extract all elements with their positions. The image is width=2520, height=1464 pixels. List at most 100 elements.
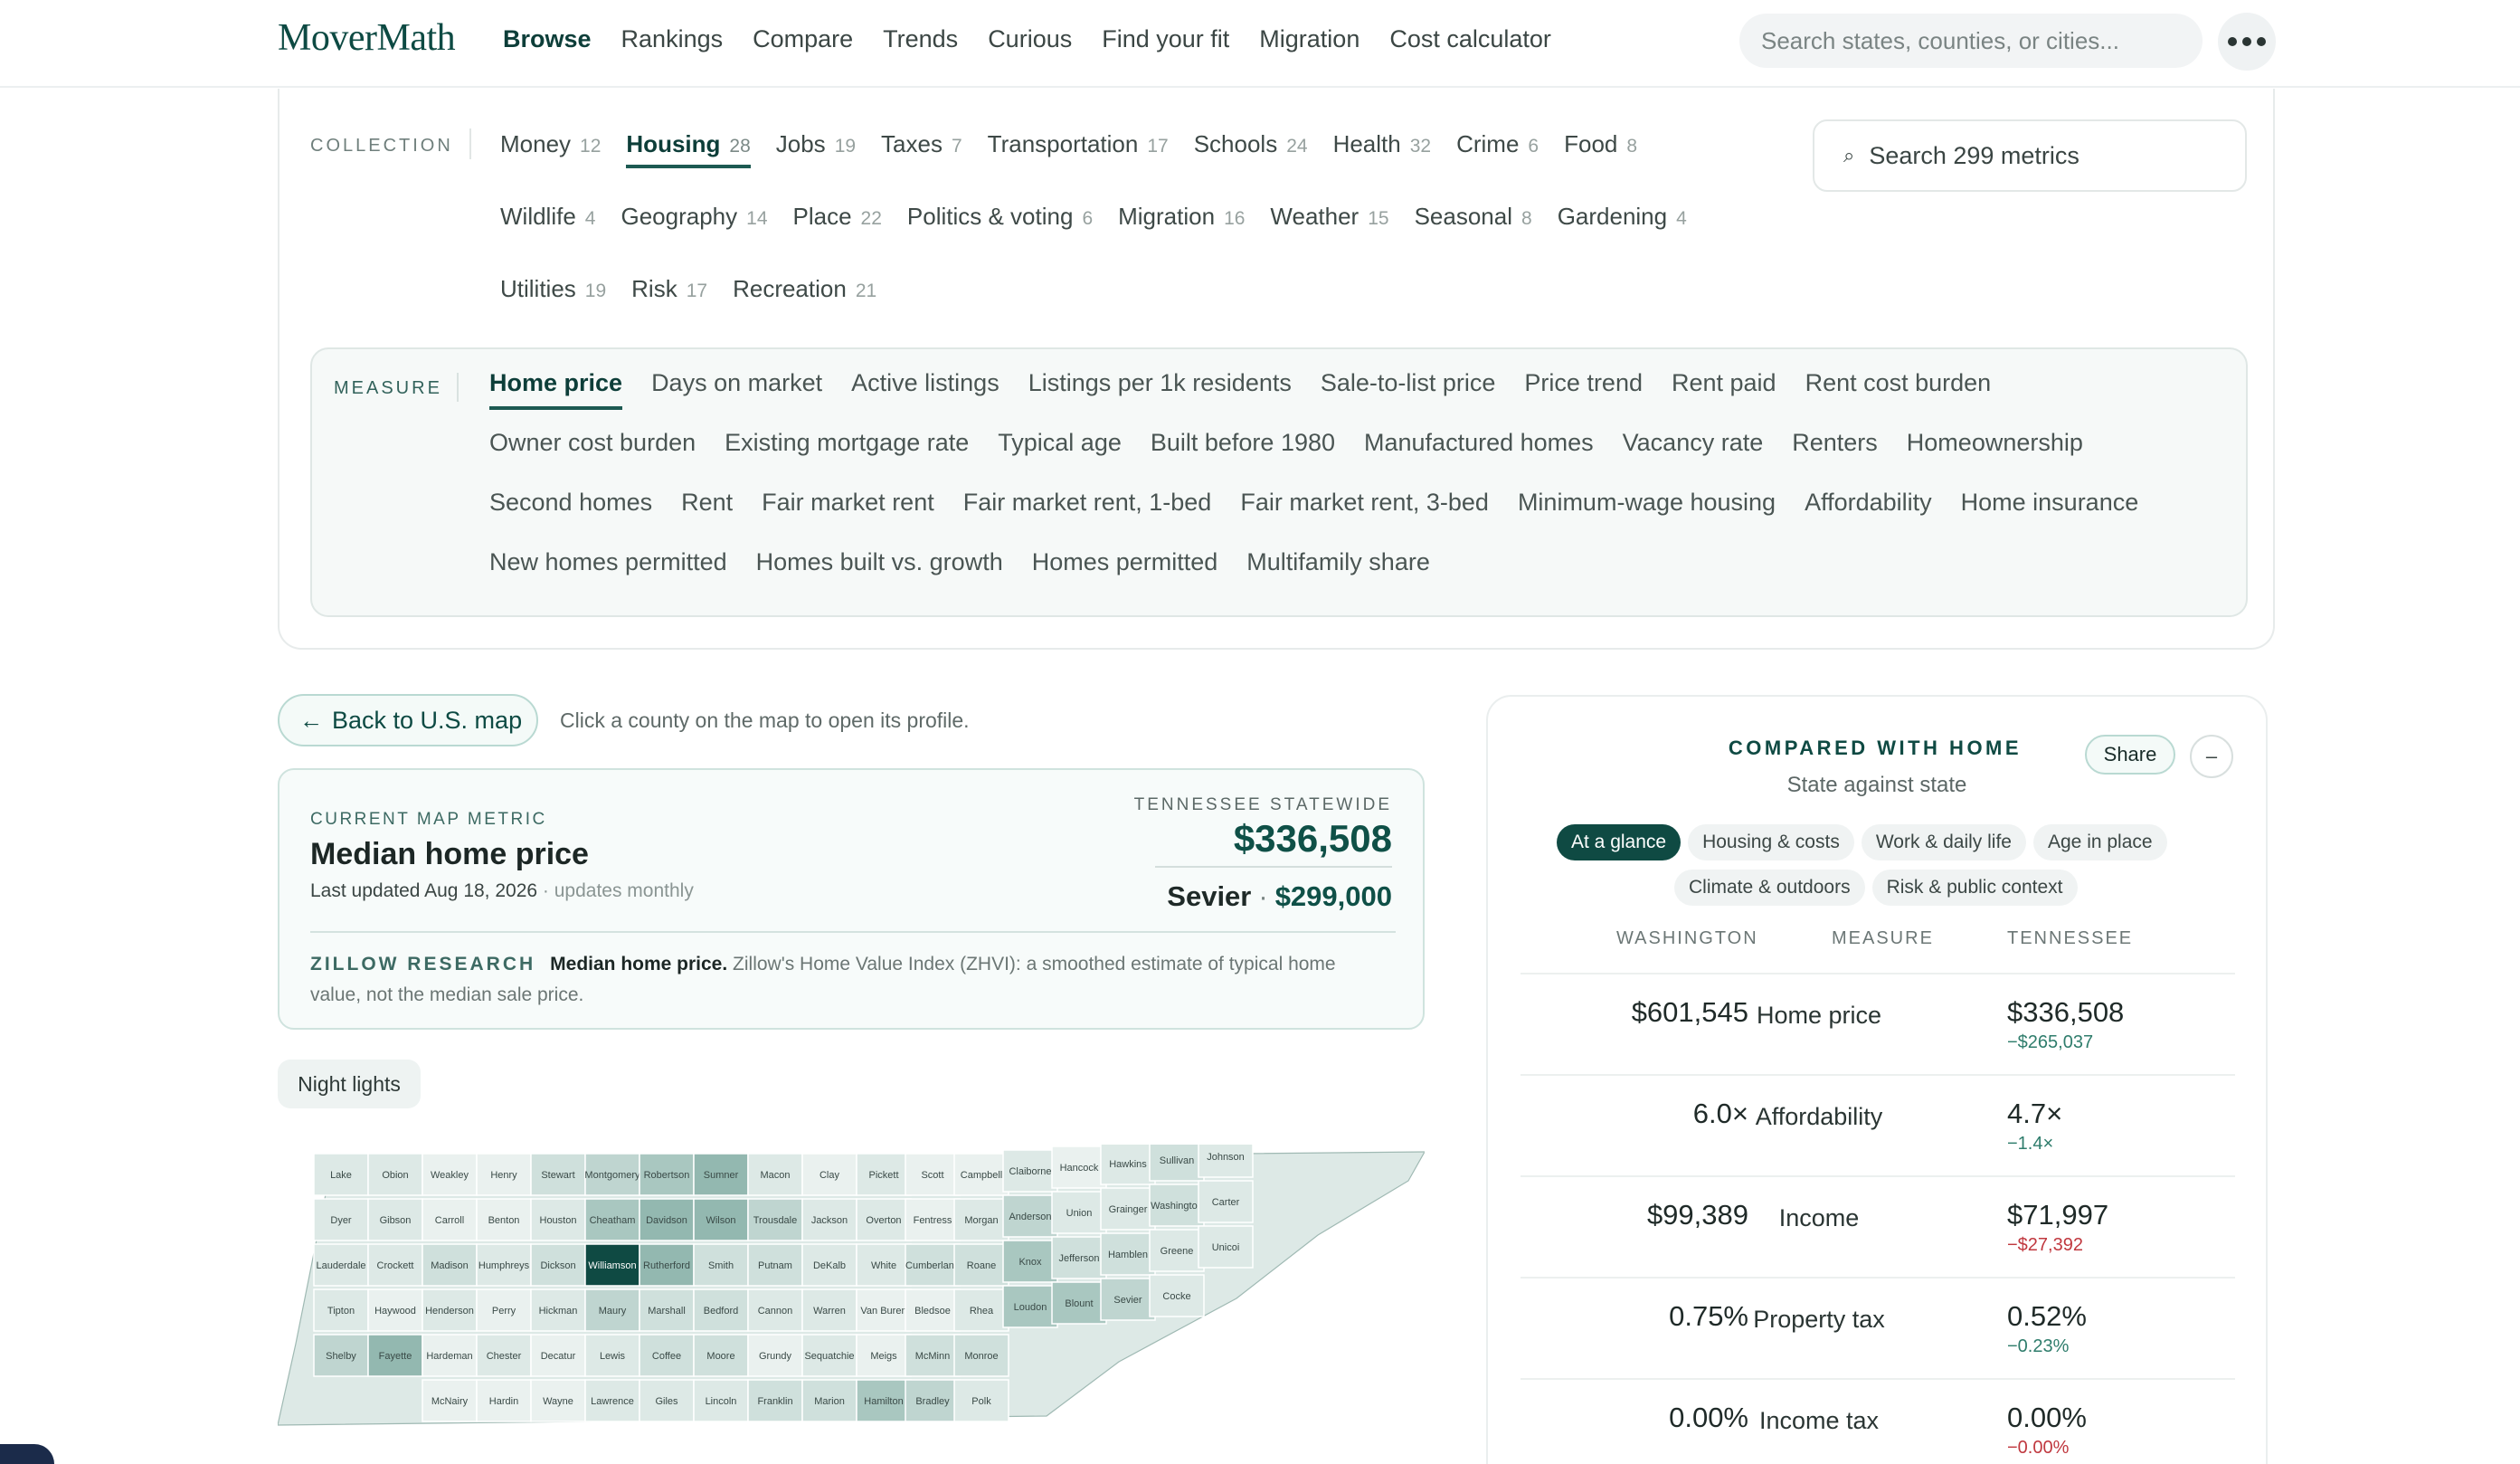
county-clay[interactable]: Clay: [801, 1153, 857, 1196]
global-search-input[interactable]: Search states, counties, or cities...: [1739, 14, 2203, 68]
county-monroe[interactable]: Monroe: [953, 1334, 1009, 1377]
county-haywood[interactable]: Haywood: [367, 1288, 423, 1332]
measure-tab-homes-built-vs-growth[interactable]: Homes built vs. growth: [756, 548, 1003, 589]
chip-at-a-glance[interactable]: At a glance: [1557, 824, 1682, 860]
county-crockett[interactable]: Crockett: [367, 1243, 423, 1287]
county-perry[interactable]: Perry: [476, 1288, 532, 1332]
county-cheatham[interactable]: Cheatham: [584, 1198, 640, 1241]
chip-risk-public-context[interactable]: Risk & public context: [1871, 870, 2078, 906]
county-macon[interactable]: Macon: [747, 1153, 803, 1196]
county-polk[interactable]: Polk: [953, 1379, 1009, 1422]
county-hardeman[interactable]: Hardeman: [422, 1334, 478, 1377]
measure-tab-second-homes[interactable]: Second homes: [489, 489, 652, 529]
nav-migration[interactable]: Migration: [1259, 25, 1359, 53]
county-marshall[interactable]: Marshall: [639, 1288, 695, 1332]
county-wayne[interactable]: Wayne: [530, 1379, 586, 1422]
night-lights-toggle[interactable]: Night lights: [278, 1060, 421, 1108]
measure-tab-rent-paid[interactable]: Rent paid: [1672, 369, 1776, 410]
county-roane[interactable]: Roane: [953, 1243, 1009, 1287]
county-lincoln[interactable]: Lincoln: [693, 1379, 749, 1422]
chip-work-daily-life[interactable]: Work & daily life: [1861, 824, 2026, 860]
collection-tab-geography[interactable]: Geography 14: [621, 203, 767, 241]
county-cumberland[interactable]: Cumberland: [905, 1243, 961, 1287]
county-map-svg[interactable]: Lake Obion Weakley Henry Stewart Montgomery Ro…: [278, 1145, 1425, 1431]
county-fayette[interactable]: Fayette: [367, 1334, 423, 1377]
county-hamilton[interactable]: Hamilton: [856, 1379, 912, 1422]
county-franklin[interactable]: Franklin: [747, 1379, 803, 1422]
county-sequatchie[interactable]: Sequatchie: [801, 1334, 857, 1377]
county-rutherford[interactable]: Rutherford: [639, 1243, 695, 1287]
collection-tab-health[interactable]: Health 32: [1333, 130, 1432, 168]
county-dyer[interactable]: Dyer: [313, 1198, 369, 1241]
measure-tab-active-listings[interactable]: Active listings: [851, 369, 999, 410]
county-cocke[interactable]: Cocke: [1149, 1274, 1205, 1317]
collection-tab-utilities[interactable]: Utilities 19: [500, 275, 606, 313]
county-lauderdale[interactable]: Lauderdale: [313, 1243, 369, 1287]
compare-row-income[interactable]: $99,389 Income $71,997 −$27,392: [1521, 1175, 2235, 1277]
measure-tab-minimum-wage-housing[interactable]: Minimum-wage housing: [1518, 489, 1776, 529]
county-carter[interactable]: Carter: [1198, 1180, 1254, 1223]
collection-tab-money[interactable]: Money 12: [500, 130, 601, 168]
county-loudon[interactable]: Loudon: [1002, 1285, 1058, 1328]
minimize-button[interactable]: –: [2190, 735, 2233, 778]
county-overton[interactable]: Overton: [856, 1198, 912, 1241]
measure-tab-homeownership[interactable]: Homeownership: [1907, 429, 2083, 470]
measure-tab-new-homes-permitted[interactable]: New homes permitted: [489, 548, 727, 589]
county-dickson[interactable]: Dickson: [530, 1243, 586, 1287]
county-cannon[interactable]: Cannon: [747, 1288, 803, 1332]
county-lawrence[interactable]: Lawrence: [584, 1379, 640, 1422]
county-henderson[interactable]: Henderson: [422, 1288, 478, 1332]
county-lake[interactable]: Lake: [313, 1153, 369, 1196]
county-blount[interactable]: Blount: [1051, 1281, 1107, 1325]
collection-tab-recreation[interactable]: Recreation 21: [733, 275, 876, 313]
county-scott[interactable]: Scott: [905, 1153, 961, 1196]
county-williamson[interactable]: Williamson: [584, 1243, 640, 1287]
measure-tab-home-insurance[interactable]: Home insurance: [1961, 489, 2139, 529]
measure-tab-multifamily-share[interactable]: Multifamily share: [1246, 548, 1430, 589]
collection-tab-taxes[interactable]: Taxes 7: [881, 130, 962, 168]
county-tipton[interactable]: Tipton: [313, 1288, 369, 1332]
measure-tab-days-on-market[interactable]: Days on market: [651, 369, 822, 410]
nav-browse[interactable]: Browse: [503, 25, 592, 53]
compare-row-home-price[interactable]: $601,545 Home price $336,508 −$265,037: [1521, 973, 2235, 1074]
measure-tab-homes-permitted[interactable]: Homes permitted: [1032, 548, 1218, 589]
collection-tab-crime[interactable]: Crime 6: [1456, 130, 1539, 168]
county-washington[interactable]: Washington: [1149, 1184, 1205, 1227]
collection-tab-food[interactable]: Food 8: [1564, 130, 1637, 168]
collection-tab-housing[interactable]: Housing 28: [626, 130, 751, 168]
county-bledsoe[interactable]: Bledsoe: [905, 1288, 961, 1332]
county-lewis[interactable]: Lewis: [584, 1334, 640, 1377]
nav-compare[interactable]: Compare: [753, 25, 853, 53]
collection-tab-seasonal[interactable]: Seasonal 8: [1415, 203, 1532, 241]
nav-trends[interactable]: Trends: [883, 25, 958, 53]
measure-tab-affordability[interactable]: Affordability: [1805, 489, 1932, 529]
county-davidson[interactable]: Davidson: [639, 1198, 695, 1241]
share-button[interactable]: Share: [2085, 735, 2175, 775]
county-johnson[interactable]: Johnson: [1198, 1145, 1254, 1178]
chip-age-in-place[interactable]: Age in place: [2033, 824, 2167, 860]
county-rhea[interactable]: Rhea: [953, 1288, 1009, 1332]
county-grainger[interactable]: Grainger: [1100, 1187, 1156, 1231]
county-bedford[interactable]: Bedford: [693, 1288, 749, 1332]
county-unicoi[interactable]: Unicoi: [1198, 1225, 1254, 1269]
compare-row-property-tax[interactable]: 0.75% Property tax 0.52% −0.23%: [1521, 1277, 2235, 1378]
county-wilson[interactable]: Wilson: [693, 1198, 749, 1241]
collection-tab-gardening[interactable]: Gardening 4: [1558, 203, 1687, 241]
county-knox[interactable]: Knox: [1002, 1240, 1058, 1283]
county-mcnairy[interactable]: McNairy: [422, 1379, 478, 1422]
county-fentress[interactable]: Fentress: [905, 1198, 961, 1241]
county-humphreys[interactable]: Humphreys: [476, 1243, 532, 1287]
measure-tab-manufactured-homes[interactable]: Manufactured homes: [1364, 429, 1594, 470]
county-giles[interactable]: Giles: [639, 1379, 695, 1422]
nav-cost-calculator[interactable]: Cost calculator: [1389, 25, 1551, 53]
county-meigs[interactable]: Meigs: [856, 1334, 912, 1377]
collection-tab-transportation[interactable]: Transportation 17: [988, 130, 1169, 168]
tennessee-county-map[interactable]: Lake Obion Weakley Henry Stewart Montgomery Ro…: [278, 1145, 1425, 1431]
county-houston[interactable]: Houston: [530, 1198, 586, 1241]
nav-curious[interactable]: Curious: [988, 25, 1072, 53]
county-marion[interactable]: Marion: [801, 1379, 857, 1422]
collection-tab-jobs[interactable]: Jobs 19: [776, 130, 856, 168]
county-decatur[interactable]: Decatur: [530, 1334, 586, 1377]
compare-row-income-tax[interactable]: 0.00% Income tax 0.00% −0.00%: [1521, 1378, 2235, 1464]
collection-tab-risk[interactable]: Risk 17: [631, 275, 707, 313]
